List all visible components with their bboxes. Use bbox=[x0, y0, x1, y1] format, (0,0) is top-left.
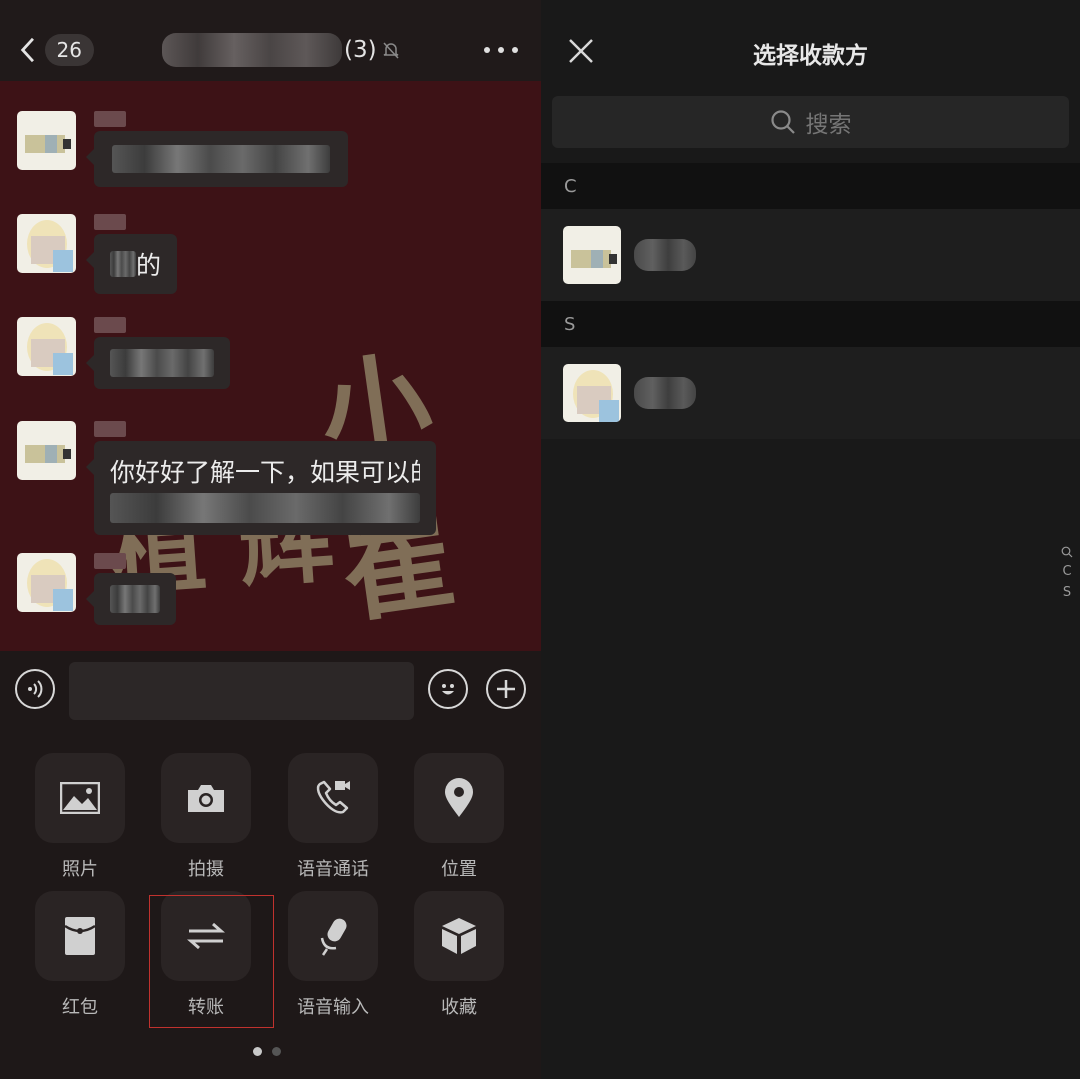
chat-screen: 26 (3) 小 崔 植 辉 的 你好好了解一下，如果可以的 照片 拍摄 语音通… bbox=[0, 0, 541, 1079]
mute-bell-icon bbox=[383, 42, 399, 59]
index-letter[interactable]: S bbox=[1063, 585, 1071, 600]
message-row bbox=[17, 317, 230, 389]
voice-button[interactable] bbox=[15, 669, 55, 709]
location-icon bbox=[445, 778, 473, 817]
chat-title[interactable]: (3) bbox=[162, 30, 401, 70]
message-bubble[interactable] bbox=[86, 131, 348, 187]
message-bubble[interactable] bbox=[86, 573, 176, 625]
tool-voice-input[interactable]: 语音输入 bbox=[271, 891, 395, 1019]
section-header-c: C bbox=[541, 163, 1080, 209]
contact-item[interactable] bbox=[541, 209, 1080, 301]
page-dot-active bbox=[253, 1047, 262, 1056]
back-button[interactable]: 26 bbox=[18, 30, 94, 70]
tool-transfer[interactable]: 转账 bbox=[144, 891, 268, 1019]
sender-name-blurred bbox=[94, 214, 126, 230]
alphabet-index[interactable]: C S bbox=[1057, 546, 1077, 600]
favorites-icon bbox=[442, 918, 476, 954]
sender-name-blurred bbox=[94, 553, 126, 569]
message-bubble[interactable]: 的 bbox=[85, 234, 178, 294]
avatar-sticker bbox=[563, 226, 621, 284]
message-text: 你好好了解一下，如果可以的 bbox=[110, 458, 420, 487]
dot bbox=[484, 47, 490, 53]
section-header-s: S bbox=[541, 301, 1080, 347]
dot bbox=[512, 47, 518, 53]
input-bar bbox=[0, 651, 541, 731]
avatar-baby[interactable] bbox=[17, 553, 76, 612]
message-bubble[interactable] bbox=[86, 337, 230, 389]
sender-name-blurred bbox=[94, 317, 126, 333]
voice-icon bbox=[28, 680, 43, 698]
search-placeholder: 搜索 bbox=[805, 112, 852, 138]
page-indicator bbox=[253, 1047, 281, 1056]
avatar-baby[interactable] bbox=[17, 214, 76, 273]
message-row: 你好好了解一下，如果可以的 bbox=[17, 421, 436, 535]
more-options-button[interactable] bbox=[484, 38, 518, 62]
plus-button[interactable] bbox=[486, 669, 526, 709]
plus-icon bbox=[497, 680, 515, 698]
message-row bbox=[17, 111, 348, 187]
tool-label: 照片 bbox=[62, 859, 98, 880]
contact-name-blurred bbox=[634, 239, 696, 271]
search-input[interactable]: 搜索 bbox=[552, 96, 1069, 148]
avatar-sticker[interactable] bbox=[17, 421, 76, 480]
group-member-count: (3) bbox=[344, 37, 377, 63]
camera-icon bbox=[188, 785, 224, 812]
emoji-icon bbox=[442, 684, 454, 695]
chat-header: 26 (3) bbox=[0, 0, 541, 81]
tool-label: 语音通话 bbox=[297, 859, 369, 880]
tool-label: 语音输入 bbox=[297, 997, 369, 1018]
tool-camera[interactable]: 拍摄 bbox=[144, 753, 268, 881]
group-name-blurred bbox=[162, 33, 342, 67]
chevron-left-icon bbox=[20, 37, 34, 63]
avatar-baby[interactable] bbox=[17, 317, 76, 376]
tool-label: 拍摄 bbox=[188, 859, 224, 880]
index-search-icon[interactable] bbox=[1061, 546, 1073, 558]
tool-label: 位置 bbox=[441, 859, 477, 880]
red-packet-icon bbox=[64, 917, 96, 955]
more-functions-panel: 照片 拍摄 语音通话 位置 红包 转账 语音输入 收藏 bbox=[0, 731, 541, 1079]
transfer-icon bbox=[187, 922, 225, 950]
message-row: 的 bbox=[17, 214, 178, 294]
message-row bbox=[17, 553, 176, 625]
tool-label: 转账 bbox=[188, 997, 224, 1018]
avatar-sticker[interactable] bbox=[17, 111, 76, 170]
avatar-baby bbox=[563, 364, 621, 422]
page-dot bbox=[272, 1047, 281, 1056]
sender-name-blurred bbox=[94, 111, 126, 127]
contact-name-blurred bbox=[634, 377, 696, 409]
message-input[interactable] bbox=[69, 662, 414, 720]
message-text: 的 bbox=[136, 251, 162, 280]
video-call-icon bbox=[316, 780, 350, 814]
tool-red-packet[interactable]: 红包 bbox=[18, 891, 142, 1019]
photo-icon bbox=[60, 782, 100, 814]
contact-item[interactable] bbox=[541, 347, 1080, 439]
unread-count-badge: 26 bbox=[44, 34, 94, 66]
tool-photo[interactable]: 照片 bbox=[18, 753, 142, 881]
tool-location[interactable]: 位置 bbox=[397, 753, 521, 881]
microphone-icon bbox=[320, 918, 347, 956]
sender-name-blurred bbox=[94, 421, 126, 437]
tool-voice-call[interactable]: 语音通话 bbox=[271, 753, 395, 881]
tool-favorites[interactable]: 收藏 bbox=[397, 891, 521, 1019]
chat-message-area[interactable]: 小 崔 植 辉 的 你好好了解一下，如果可以的 bbox=[0, 81, 541, 651]
tool-label: 收藏 bbox=[441, 997, 477, 1018]
tool-label: 红包 bbox=[62, 997, 98, 1018]
emoji-button[interactable] bbox=[428, 669, 468, 709]
select-payee-screen: 选择收款方 搜索 C S C S bbox=[541, 0, 1080, 1079]
message-bubble[interactable]: 你好好了解一下，如果可以的 bbox=[86, 441, 436, 535]
search-icon bbox=[770, 110, 795, 134]
index-letter[interactable]: C bbox=[1062, 564, 1071, 579]
page-title: 选择收款方 bbox=[753, 43, 868, 69]
dot bbox=[498, 47, 504, 53]
